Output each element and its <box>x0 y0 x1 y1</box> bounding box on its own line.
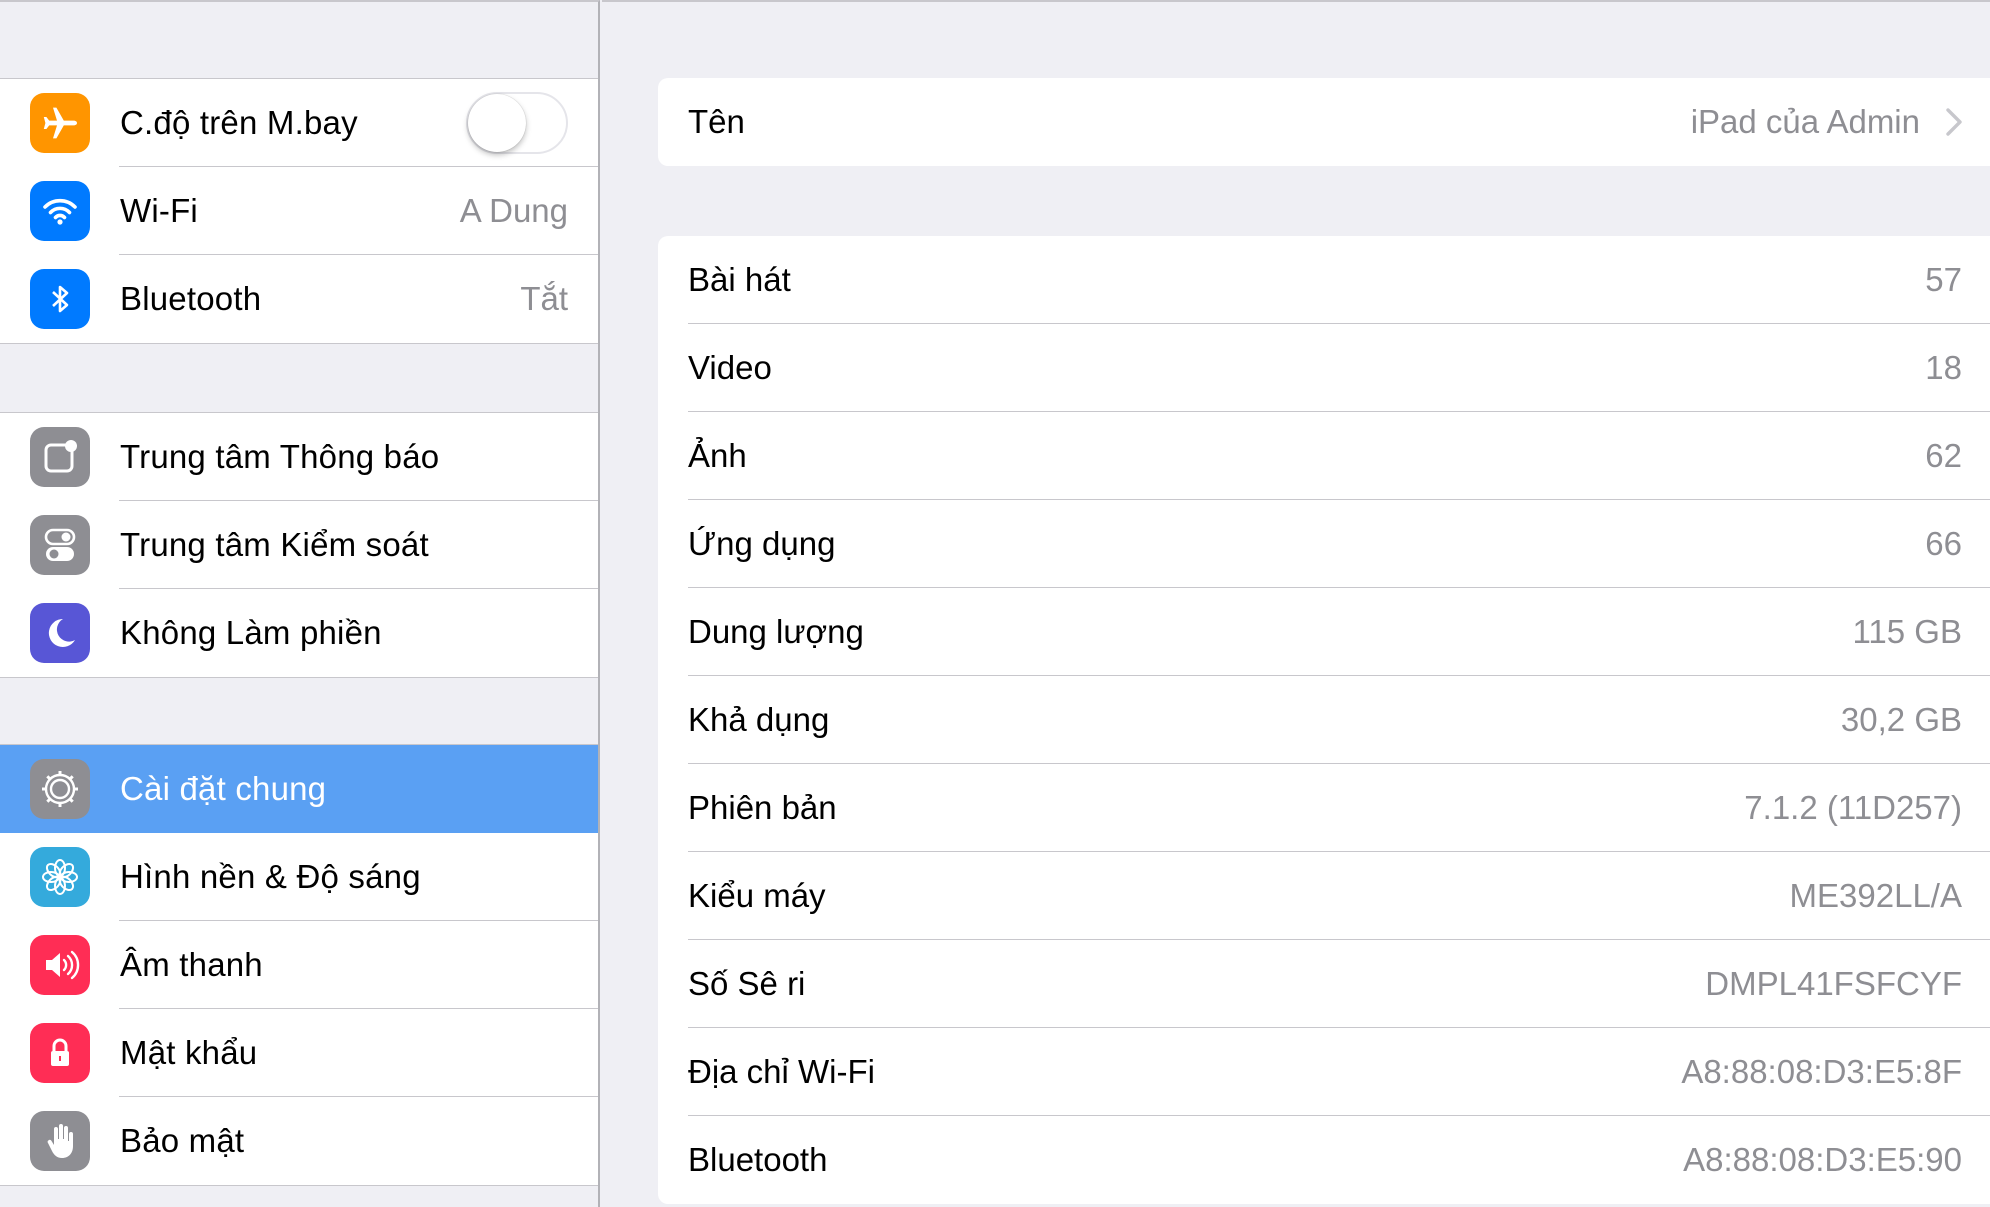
sidebar-group-centers: Trung tâm Thông báo Trung tâm Kiểm soát … <box>0 412 598 678</box>
sidebar-item-label: Không Làm phiền <box>120 614 382 651</box>
info-label: Bài hát <box>688 261 791 298</box>
sidebar-item-label: Âm thanh <box>120 946 263 983</box>
sidebar-item-airplane-mode[interactable]: C.độ trên M.bay <box>0 79 598 167</box>
settings-app: C.độ trên M.bay Wi-Fi A Dung Bluetooth T… <box>0 0 1990 1207</box>
info-value: 115 GB <box>1852 613 1962 650</box>
sidebar-item-label: Hình nền & Độ sáng <box>120 858 421 895</box>
airplane-mode-toggle[interactable] <box>466 92 568 154</box>
sidebar-item-control-center[interactable]: Trung tâm Kiểm soát <box>0 501 598 589</box>
moon-icon <box>30 603 90 663</box>
info-label: Dung lượng <box>688 613 864 650</box>
sidebar-item-label: Cài đặt chung <box>120 770 327 807</box>
sidebar-item-bluetooth[interactable]: Bluetooth Tắt <box>0 255 598 343</box>
info-row-wifi-address: Địa chỉ Wi-Fi A8:88:08:D3:E5:8F <box>658 1028 1990 1116</box>
info-row-capacity: Dung lượng 115 GB <box>658 588 1990 676</box>
gear-icon <box>30 759 90 819</box>
info-label: Khả dụng <box>688 701 830 738</box>
info-value: ME392LL/A <box>1789 877 1962 914</box>
bluetooth-icon <box>30 269 90 329</box>
sidebar-item-general[interactable]: Cài đặt chung <box>0 745 598 833</box>
info-row-version: Phiên bản 7.1.2 (11D257) <box>658 764 1990 852</box>
sidebar-item-privacy[interactable]: Bảo mật <box>0 1097 598 1185</box>
sidebar-item-label: Wi-Fi <box>120 192 198 229</box>
sidebar-item-label: Mật khẩu <box>120 1034 258 1071</box>
info-value: 7.1.2 (11D257) <box>1744 789 1962 826</box>
chevron-right-icon <box>1946 108 1962 136</box>
sidebar-item-label: Trung tâm Thông báo <box>120 438 440 475</box>
info-value: 57 <box>1925 261 1962 298</box>
info-value: 30,2 GB <box>1840 701 1962 738</box>
sidebar-group-connectivity: C.độ trên M.bay Wi-Fi A Dung Bluetooth T… <box>0 78 598 344</box>
info-value: 66 <box>1925 525 1962 562</box>
info-label: Ứng dụng <box>688 525 836 562</box>
info-label: Kiểu máy <box>688 877 826 914</box>
info-label: Phiên bản <box>688 789 837 826</box>
sidebar-item-notification-center[interactable]: Trung tâm Thông báo <box>0 413 598 501</box>
wifi-network-value: A Dung <box>459 192 568 229</box>
sidebar-item-label: Trung tâm Kiểm soát <box>120 526 429 563</box>
toggle-knob <box>468 94 526 152</box>
control-center-icon <box>30 515 90 575</box>
info-value: A8:88:08:D3:E5:90 <box>1683 1141 1962 1178</box>
info-value: DMPL41FSFCYF <box>1705 965 1962 1002</box>
notification-center-icon <box>30 427 90 487</box>
info-value: A8:88:08:D3:E5:8F <box>1681 1053 1962 1090</box>
sidebar-item-label: C.độ trên M.bay <box>120 104 358 141</box>
info-row-bluetooth-address: Bluetooth A8:88:08:D3:E5:90 <box>658 1116 1990 1204</box>
speaker-icon <box>30 935 90 995</box>
info-label: Ảnh <box>688 437 747 474</box>
info-row-photos: Ảnh 62 <box>658 412 1990 500</box>
info-label: Địa chỉ Wi-Fi <box>688 1053 875 1090</box>
info-row-songs: Bài hát 57 <box>658 236 1990 324</box>
device-name-row[interactable]: Tên iPad của Admin <box>658 78 1990 166</box>
bluetooth-status-value: Tắt <box>520 280 568 317</box>
info-row-applications: Ứng dụng 66 <box>658 500 1990 588</box>
hand-icon <box>30 1111 90 1171</box>
wifi-icon <box>30 181 90 241</box>
sidebar-item-wifi[interactable]: Wi-Fi A Dung <box>0 167 598 255</box>
device-name-label: Tên <box>688 103 745 140</box>
wallpaper-flower-icon <box>30 847 90 907</box>
device-info-card: Bài hát 57 Video 18 Ảnh 62 Ứng dụng 66 D… <box>658 236 1990 1204</box>
settings-sidebar: C.độ trên M.bay Wi-Fi A Dung Bluetooth T… <box>0 0 600 1207</box>
lock-icon <box>30 1023 90 1083</box>
sidebar-item-label: Bluetooth <box>120 280 262 317</box>
sidebar-item-do-not-disturb[interactable]: Không Làm phiền <box>0 589 598 677</box>
info-row-serial-number: Số Sê ri DMPL41FSFCYF <box>658 940 1990 1028</box>
info-value: 62 <box>1925 437 1962 474</box>
sidebar-item-sounds[interactable]: Âm thanh <box>0 921 598 1009</box>
name-card: Tên iPad của Admin <box>658 78 1990 166</box>
info-row-available: Khả dụng 30,2 GB <box>658 676 1990 764</box>
info-row-videos: Video 18 <box>658 324 1990 412</box>
info-label: Số Sê ri <box>688 965 806 1002</box>
info-row-model: Kiểu máy ME392LL/A <box>658 852 1990 940</box>
sidebar-item-wallpaper-brightness[interactable]: Hình nền & Độ sáng <box>0 833 598 921</box>
sidebar-item-passcode[interactable]: Mật khẩu <box>0 1009 598 1097</box>
sidebar-group-general: Cài đặt chung Hình nền & Độ sáng Âm than… <box>0 744 598 1186</box>
info-value: 18 <box>1925 349 1962 386</box>
device-name-value: iPad của Admin <box>1690 103 1920 140</box>
sidebar-item-label: Bảo mật <box>120 1122 245 1159</box>
airplane-icon <box>30 93 90 153</box>
about-detail-pane: Tên iPad của Admin Bài hát 57 Video 18 Ả… <box>602 0 1990 1207</box>
info-label: Bluetooth <box>688 1141 828 1178</box>
info-label: Video <box>688 349 772 386</box>
